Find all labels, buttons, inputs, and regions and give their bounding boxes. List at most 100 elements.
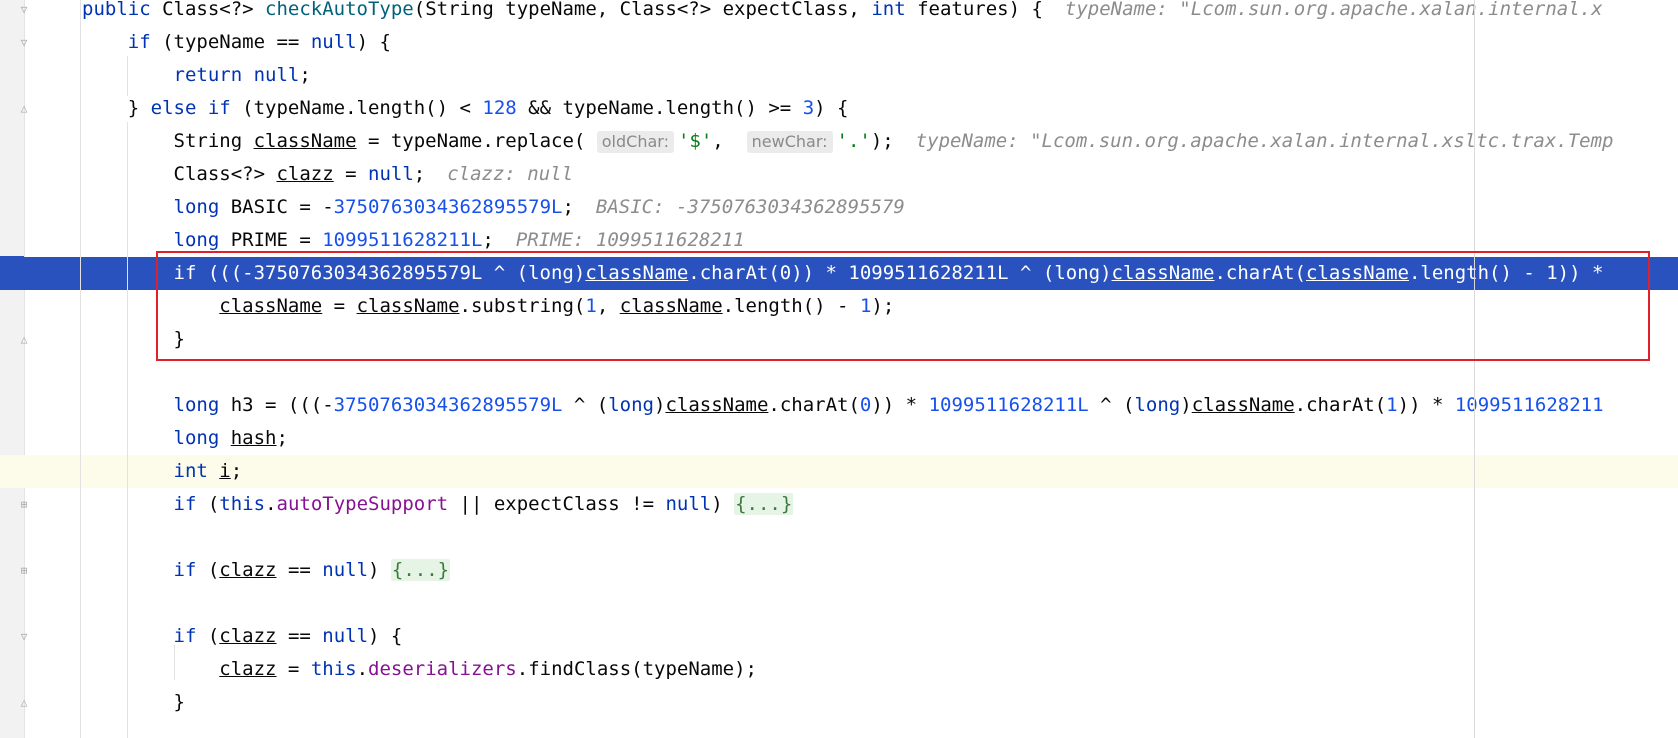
code-text: int i; (82, 455, 243, 488)
code-text: public Class<?> checkAutoType(String typ… (82, 0, 1603, 26)
code-line[interactable]: if (this.autoTypeSupport || expectClass … (0, 488, 1678, 521)
code-token: clazz (276, 163, 334, 185)
code-token: String (82, 130, 254, 152)
code-token: className (665, 394, 769, 416)
execution-point-marker (0, 256, 24, 289)
highlight-box (156, 251, 1650, 361)
debug-inline-value: typeName: "Lcom.sun.org.apache.xalan.int… (1064, 0, 1603, 20)
code-token: ) (653, 394, 666, 416)
code-token: ^ ( (1088, 394, 1135, 416)
code-token: 1099511628211L (322, 229, 483, 251)
code-token: long (173, 229, 231, 251)
folded-code-block[interactable]: {...} (734, 493, 794, 515)
code-token: this (310, 658, 357, 680)
code-line[interactable]: int i; (0, 455, 1678, 488)
code-token: == (276, 559, 323, 581)
code-token: 0 (859, 394, 872, 416)
code-text: } else if (typeName.length() < 128 && ty… (82, 92, 849, 125)
right-margin-guide (1474, 0, 1475, 738)
code-token: clazz (219, 559, 277, 581)
code-token: ) (711, 493, 735, 515)
code-token: Class<?> (162, 0, 266, 20)
code-line[interactable]: if (clazz == null) {...} (0, 554, 1678, 587)
code-token: = typeName.replace( (356, 130, 597, 152)
code-token: long (173, 394, 231, 416)
code-token: . (265, 493, 277, 515)
code-token: if (173, 493, 208, 515)
code-token: int (871, 0, 918, 20)
code-token: (typeName.length() < (242, 97, 483, 119)
code-token: long (173, 427, 231, 449)
indent-guide (80, 0, 81, 738)
code-token: null (665, 493, 712, 515)
code-line[interactable]: if (clazz == null) { (0, 620, 1678, 653)
code-token: long (1134, 394, 1181, 416)
code-token: '$' (677, 130, 713, 152)
code-token: null (368, 163, 414, 185)
parameter-hint: oldChar: (596, 131, 674, 153)
fold-arrow-icon[interactable]: ▽ (17, 4, 31, 16)
code-line[interactable]: } else if (typeName.length() < 128 && ty… (0, 92, 1678, 125)
code-token: this (219, 493, 266, 515)
fold-arrow-icon[interactable]: ▽ (17, 37, 31, 49)
code-token: if (127, 31, 163, 53)
code-line[interactable]: } (0, 686, 1678, 719)
code-token: int (173, 460, 220, 482)
code-line[interactable]: Class<?> clazz = null; clazz: null (0, 158, 1678, 191)
code-token: || expectClass != (448, 493, 666, 515)
code-line[interactable] (0, 521, 1678, 554)
code-line[interactable]: long h3 = (((-3750763034362895579L ^ (lo… (0, 389, 1678, 422)
code-token: if (173, 559, 208, 581)
code-token: )) * (871, 394, 929, 416)
code-token: autoTypeSupport (276, 493, 449, 515)
code-line[interactable]: String className = typeName.replace( old… (0, 125, 1678, 158)
code-text: if (typeName == null) { (82, 26, 391, 59)
code-text: return null; (82, 59, 311, 92)
code-token: if (173, 625, 208, 647)
code-token: ) (1180, 394, 1192, 416)
fold-end-icon[interactable]: △ (17, 334, 31, 346)
code-token: null (310, 31, 357, 53)
code-token: clazz (219, 625, 277, 647)
code-text: if (this.autoTypeSupport || expectClass … (82, 488, 794, 521)
code-token: return (173, 64, 254, 86)
code-token: 1099511628211L (928, 394, 1089, 416)
code-line[interactable]: long BASIC = -3750763034362895579L; BASIC… (0, 191, 1678, 224)
code-token: .charAt( (1294, 394, 1387, 416)
code-token: long (173, 196, 231, 218)
code-token: ; (276, 427, 288, 449)
code-token: )) * (1397, 394, 1455, 416)
code-token: } (82, 691, 185, 713)
fold-expand-icon[interactable]: ⊞ (17, 565, 31, 577)
fold-end-icon[interactable]: △ (17, 697, 31, 709)
code-line[interactable]: public Class<?> checkAutoType(String typ… (0, 0, 1678, 26)
code-token: checkAutoType (265, 0, 414, 20)
code-line[interactable]: clazz = this.deserializers.findClass(typ… (0, 653, 1678, 686)
code-token: clazz (219, 658, 277, 680)
code-editor[interactable]: public Class<?> checkAutoType ( String typ… (0, 0, 1678, 738)
code-text: clazz = this.deserializers.findClass(typ… (82, 653, 757, 686)
code-token: ); (870, 130, 894, 152)
code-token: null (253, 64, 300, 86)
code-token: public (82, 0, 163, 20)
code-text: long BASIC = -3750763034362895579L; BASIC… (82, 191, 905, 224)
code-line[interactable]: return null; (0, 59, 1678, 92)
code-token: 3750763034362895579L (333, 196, 563, 218)
code-token: BASIC = - (230, 196, 334, 218)
debug-inline-value: PRIME: 1099511628211 (515, 229, 745, 251)
fold-arrow-icon[interactable]: ▽ (17, 631, 31, 643)
code-line[interactable]: if (typeName == null) { (0, 26, 1678, 59)
code-line[interactable] (0, 587, 1678, 620)
code-token: className (253, 130, 357, 152)
code-token: .charAt( (768, 394, 860, 416)
code-line[interactable]: long hash; (0, 422, 1678, 455)
fold-expand-icon[interactable]: ⊞ (17, 499, 31, 511)
code-token: (typeName == (162, 31, 311, 53)
code-token: long (608, 394, 654, 416)
code-token: h3 = (((- (230, 394, 334, 416)
fold-end-icon[interactable]: △ (17, 103, 31, 115)
code-token: ( (207, 493, 220, 515)
folded-code-block[interactable]: {...} (390, 559, 451, 581)
code-token: null (322, 559, 369, 581)
